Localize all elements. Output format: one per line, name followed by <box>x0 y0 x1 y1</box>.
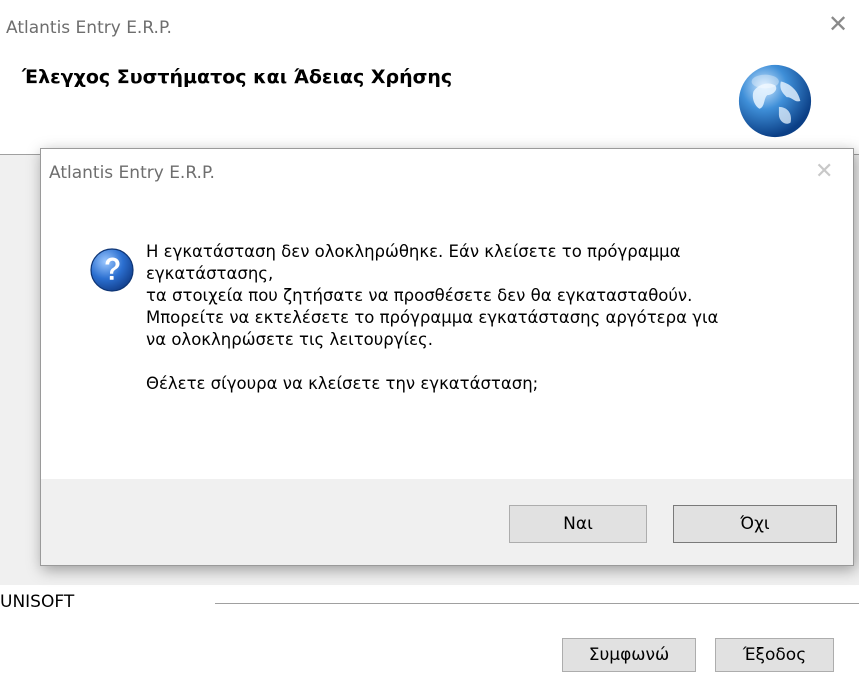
page-title: Έλεγχος Συστήματος και Άδειας Χρήσης <box>22 66 453 88</box>
question-icon <box>90 248 134 292</box>
message-line: Μπορείτε να εκτελέσετε το πρόγραμμα εγκα… <box>146 308 719 327</box>
agree-button[interactable]: Συμφωνώ <box>562 638 696 672</box>
message-line: Η εγκατάσταση δεν ολοκληρώθηκε. Εάν κλεί… <box>146 242 681 261</box>
dialog-close-icon[interactable]: ✕ <box>815 161 833 183</box>
dialog-question: Θέλετε σίγουρα να κλείσετε την εγκατάστα… <box>146 374 539 393</box>
window-title: Atlantis Entry E.R.P. <box>6 18 172 38</box>
message-line: εγκατάστασης, <box>146 264 274 283</box>
close-icon[interactable]: ✕ <box>828 12 848 36</box>
window-header <box>0 46 859 155</box>
message-line: τα στοιχεία που ζητήσατε να προσθέσετε δ… <box>146 286 693 305</box>
brand-label: UNISOFT <box>0 592 75 612</box>
confirm-dialog: Atlantis Entry E.R.P. ✕ Η εγκατάσταση δε… <box>40 148 854 566</box>
exit-button[interactable]: Έξοδος <box>715 638 834 672</box>
no-button[interactable]: Όχι <box>673 505 837 543</box>
message-line: να ολοκληρώσετε τις λειτουργίες. <box>146 330 433 349</box>
yes-button[interactable]: Ναι <box>509 505 647 543</box>
dialog-message: Η εγκατάσταση δεν ολοκληρώθηκε. Εάν κλεί… <box>146 241 806 395</box>
globe-icon <box>738 64 812 138</box>
divider <box>215 603 859 604</box>
dialog-title: Atlantis Entry E.R.P. <box>49 163 215 183</box>
